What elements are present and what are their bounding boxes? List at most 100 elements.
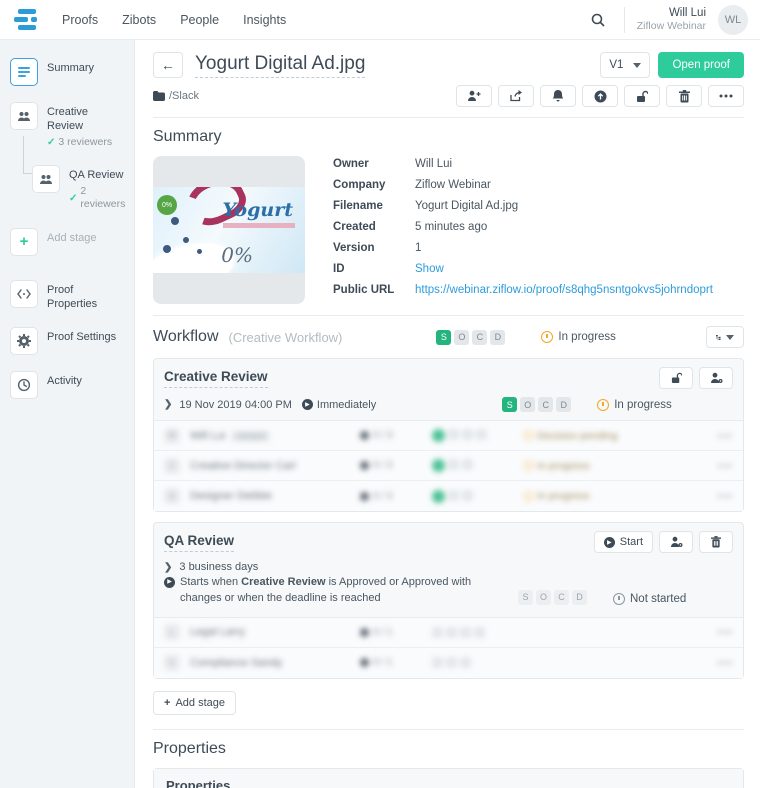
sidebar-proof-settings-label: Proof Settings [47,327,116,344]
public-url-link[interactable]: https://webinar.ziflow.io/proof/s8qhg5ns… [415,284,713,296]
row-more-icon[interactable]: ••• [717,656,733,670]
workflow-socd-badges: S O C D [436,330,505,345]
open-proof-button[interactable]: Open proof [658,52,744,78]
badge-decided: D [572,590,587,605]
main-content: ← Yogurt Digital Ad.jpg V1 Open proof /S… [135,40,760,788]
folder-icon [153,91,165,101]
row-more-icon[interactable]: ••• [717,429,733,443]
manage-reviewers-button[interactable] [659,531,693,553]
reviewer-row[interactable]: C Compliance Sandy 0 / 1 ••• [154,648,743,678]
upload-circle-icon [594,90,607,103]
delete-button[interactable] [666,85,702,107]
workflow-name: (Creative Workflow) [229,330,343,345]
sidebar-item-proof-properties[interactable]: Proof Properties [10,280,124,312]
reviewer-avatar: C [164,458,180,474]
show-id-link[interactable]: Show [415,263,444,275]
in-progress-clock-icon [541,331,553,343]
history-clock-icon [10,371,38,399]
stage-socd-badges: S O C D [518,590,587,605]
ziflow-logo[interactable] [14,8,40,32]
user-info[interactable]: Will Lui Ziflow Webinar [637,6,706,34]
reviewer-row[interactable]: D Designer Debbie 0 / 3 In progress ••• [154,481,743,511]
proof-thumbnail[interactable]: 0% Yogurt 0% [153,156,305,304]
add-reviewer-button[interactable] [456,85,492,107]
stage-status: Not started [613,593,686,605]
user-name: Will Lui [637,6,706,20]
stage-name[interactable]: QA Review [164,533,234,552]
stage-status: In progress [597,399,672,411]
delete-stage-button[interactable] [699,531,733,553]
expand-chevron[interactable]: ❯ [164,562,172,573]
reviewers-icon [32,165,60,193]
more-button[interactable] [708,85,744,107]
sidebar-item-proof-settings[interactable]: Proof Settings [10,327,124,355]
nav-zibots[interactable]: Zibots [122,13,156,27]
field-label: ID [333,263,415,275]
reviewer-row[interactable]: W Will LuiOWNER 0 / 3 Decision pending •… [154,421,743,451]
reviewer-name: Will LuiOWNER [190,430,360,442]
workflow-status: In progress [541,331,616,343]
check-icon: ✓ [69,192,77,205]
workflow-section-title: Workflow [153,328,219,346]
reviewer-avatar: C [164,655,180,671]
add-stage-button[interactable]: + Add stage [153,691,236,715]
stage-name[interactable]: Creative Review [164,369,268,388]
reviewer-status: In progress [524,490,590,502]
breadcrumb[interactable]: /Slack [153,90,199,102]
sidebar-item-creative-review[interactable]: Creative Review ✓3 reviewers [10,102,124,149]
back-button[interactable]: ← [153,52,183,78]
sidebar-item-add-stage[interactable]: + Add stage [10,228,124,256]
sidebar-item-summary[interactable]: Summary [10,58,124,86]
field-value: Ziflow Webinar [415,179,491,191]
proof-title[interactable]: Yogurt Digital Ad.jpg [195,53,365,78]
trash-icon [679,90,690,103]
user-company: Ziflow Webinar [637,20,706,33]
reviewer-name: Designer Debbie [190,490,360,502]
start-icon: ▶ [302,399,313,410]
summary-fields: OwnerWill Lui CompanyZiflow Webinar File… [333,156,713,305]
row-more-icon[interactable]: ••• [717,459,733,473]
reviewer-row[interactable]: L Legal Larry 0 / 1 ••• [154,618,743,648]
expand-chevron[interactable]: ❯ [164,399,172,410]
sidebar-item-activity[interactable]: Activity [10,371,124,399]
badge-decided: D [556,397,571,412]
start-icon: ▶ [604,537,615,548]
start-stage-button[interactable]: ▶ Start [594,531,653,553]
in-progress-clock-icon [597,399,609,411]
avatar[interactable]: WL [718,5,748,35]
search-icon[interactable] [584,6,612,34]
not-started-clock-icon [613,593,625,605]
stage-start-condition: ▶ Starts when Creative Review is Approve… [164,575,494,607]
row-more-icon[interactable]: ••• [717,489,733,503]
version-select[interactable]: V1 [600,52,650,78]
row-more-icon[interactable]: ••• [717,625,733,639]
reviewer-row[interactable]: C Creative Director Carl 0 / 3 In progre… [154,451,743,481]
gear-icon [10,327,38,355]
start-icon: ▶ [164,577,175,588]
nav-insights[interactable]: Insights [243,13,286,27]
field-value: Yogurt Digital Ad.jpg [415,200,518,212]
workflow-view-button[interactable] [706,326,744,348]
reviewer-progress: 0 / 3 [360,460,432,471]
sidebar-summary-label: Summary [47,58,94,75]
reviewers-icon [10,102,38,130]
stage-lock-button[interactable] [659,367,693,389]
sidebar-activity-label: Activity [47,371,82,388]
nav-people[interactable]: People [180,13,219,27]
top-nav: Proofs Zibots People Insights Will Lui Z… [0,0,760,40]
nav-proofs[interactable]: Proofs [62,13,98,27]
sidebar-item-qa-review[interactable]: QA Review ✓2 reviewers [32,165,124,212]
sidebar-creative-review-label: Creative Review ✓3 reviewers [47,102,124,149]
new-version-button[interactable] [582,85,618,107]
notifications-button[interactable] [540,85,576,107]
reviewer-progress: 0 / 3 [360,491,432,502]
field-label: Created [333,221,415,233]
properties-card-title: Properties [154,769,743,788]
manage-reviewers-button[interactable] [699,367,733,389]
share-button[interactable] [498,85,534,107]
lock-button[interactable] [624,85,660,107]
ellipsis-icon [719,94,733,98]
sidebar-proof-properties-label: Proof Properties [47,280,124,312]
properties-card: Properties Asset Type (optional) Digital… [153,768,744,788]
reviewer-name: Compliance Sandy [190,657,360,669]
